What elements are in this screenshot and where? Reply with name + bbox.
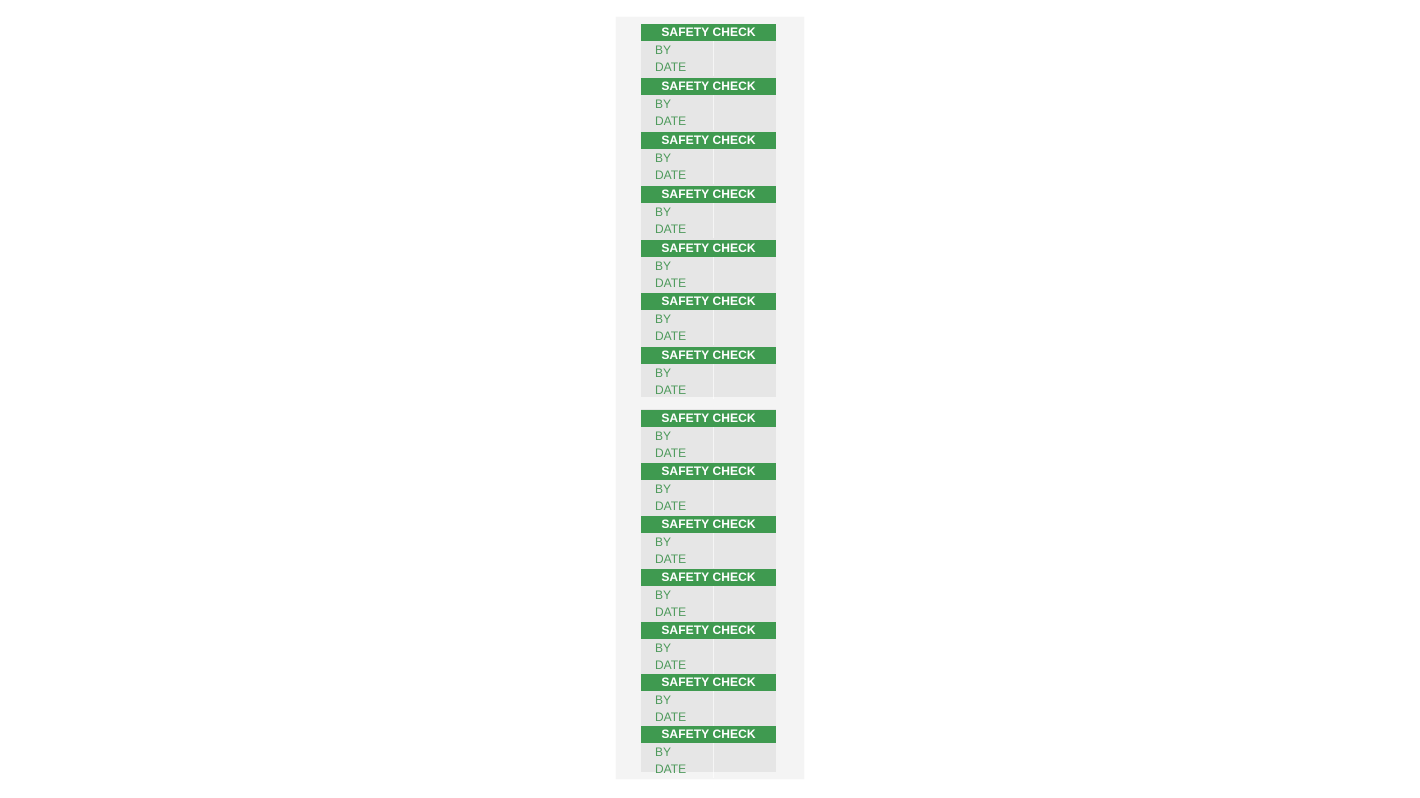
label-field-date: DATE xyxy=(655,605,687,619)
label-field-date: DATE xyxy=(655,276,687,290)
safety-check-label: SAFETY CHECK BY DATE xyxy=(641,347,776,399)
label-header: SAFETY CHECK xyxy=(641,24,776,41)
label-field-by: BY xyxy=(655,259,672,273)
label-field-date: DATE xyxy=(655,383,687,397)
label-field-by: BY xyxy=(655,43,672,57)
safety-check-label: SAFETY CHECK BY DATE xyxy=(641,132,776,184)
label-header: SAFETY CHECK xyxy=(641,569,776,586)
label-header: SAFETY CHECK xyxy=(641,726,776,743)
label-field-date: DATE xyxy=(655,114,687,128)
label-field-date: DATE xyxy=(655,499,687,513)
label-field-by: BY xyxy=(655,429,672,443)
label-field-date: DATE xyxy=(655,552,687,566)
label-field-date: DATE xyxy=(655,762,687,776)
label-header: SAFETY CHECK xyxy=(641,240,776,257)
label-field-by: BY xyxy=(655,482,672,496)
label-field-by: BY xyxy=(655,97,672,111)
label-header: SAFETY CHECK xyxy=(641,186,776,203)
safety-check-label: SAFETY CHECK BY DATE xyxy=(641,240,776,292)
safety-check-label: SAFETY CHECK BY DATE xyxy=(641,463,776,515)
label-field-by: BY xyxy=(655,693,672,707)
label-field-date: DATE xyxy=(655,168,687,182)
label-field-by: BY xyxy=(655,535,672,549)
safety-check-label: SAFETY CHECK BY DATE xyxy=(641,186,776,238)
label-field-date: DATE xyxy=(655,658,687,672)
label-block-1: SAFETY CHECK BY DATE SAFETY CHECK BY DATE SAFE… xyxy=(641,24,776,399)
label-field-by: BY xyxy=(655,205,672,219)
label-field-date: DATE xyxy=(655,60,687,74)
label-header: SAFETY CHECK xyxy=(641,78,776,95)
label-field-date: DATE xyxy=(655,446,687,460)
label-field-by: BY xyxy=(655,745,672,759)
label-field-by: BY xyxy=(655,366,672,380)
label-sheet: SAFETY CHECK BY DATE SAFETY CHECK BY DATE SAFE… xyxy=(616,17,804,779)
label-block-2: SAFETY CHECK BY DATE SAFETY CHECK BY DATE SAFE… xyxy=(641,409,776,778)
safety-check-label: SAFETY CHECK BY DATE xyxy=(641,569,776,621)
safety-check-label: SAFETY CHECK BY DATE xyxy=(641,410,776,462)
label-field-by: BY xyxy=(655,312,672,326)
label-header: SAFETY CHECK xyxy=(641,674,776,691)
label-field-date: DATE xyxy=(655,710,687,724)
label-field-by: BY xyxy=(655,641,672,655)
label-header: SAFETY CHECK xyxy=(641,293,776,310)
label-header: SAFETY CHECK xyxy=(641,410,776,427)
safety-check-label: SAFETY CHECK BY DATE xyxy=(641,516,776,568)
label-header: SAFETY CHECK xyxy=(641,622,776,639)
safety-check-label: SAFETY CHECK BY DATE xyxy=(641,24,776,76)
label-header: SAFETY CHECK xyxy=(641,347,776,364)
label-field-by: BY xyxy=(655,588,672,602)
label-header: SAFETY CHECK xyxy=(641,463,776,480)
safety-check-label: SAFETY CHECK BY DATE xyxy=(641,622,776,674)
label-field-date: DATE xyxy=(655,222,687,236)
safety-check-label: SAFETY CHECK BY DATE xyxy=(641,78,776,130)
safety-check-label: SAFETY CHECK BY DATE xyxy=(641,726,776,778)
safety-check-label: SAFETY CHECK BY DATE xyxy=(641,674,776,726)
label-field-date: DATE xyxy=(655,329,687,343)
safety-check-label: SAFETY CHECK BY DATE xyxy=(641,293,776,345)
label-field-by: BY xyxy=(655,151,672,165)
label-header: SAFETY CHECK xyxy=(641,516,776,533)
label-header: SAFETY CHECK xyxy=(641,132,776,149)
